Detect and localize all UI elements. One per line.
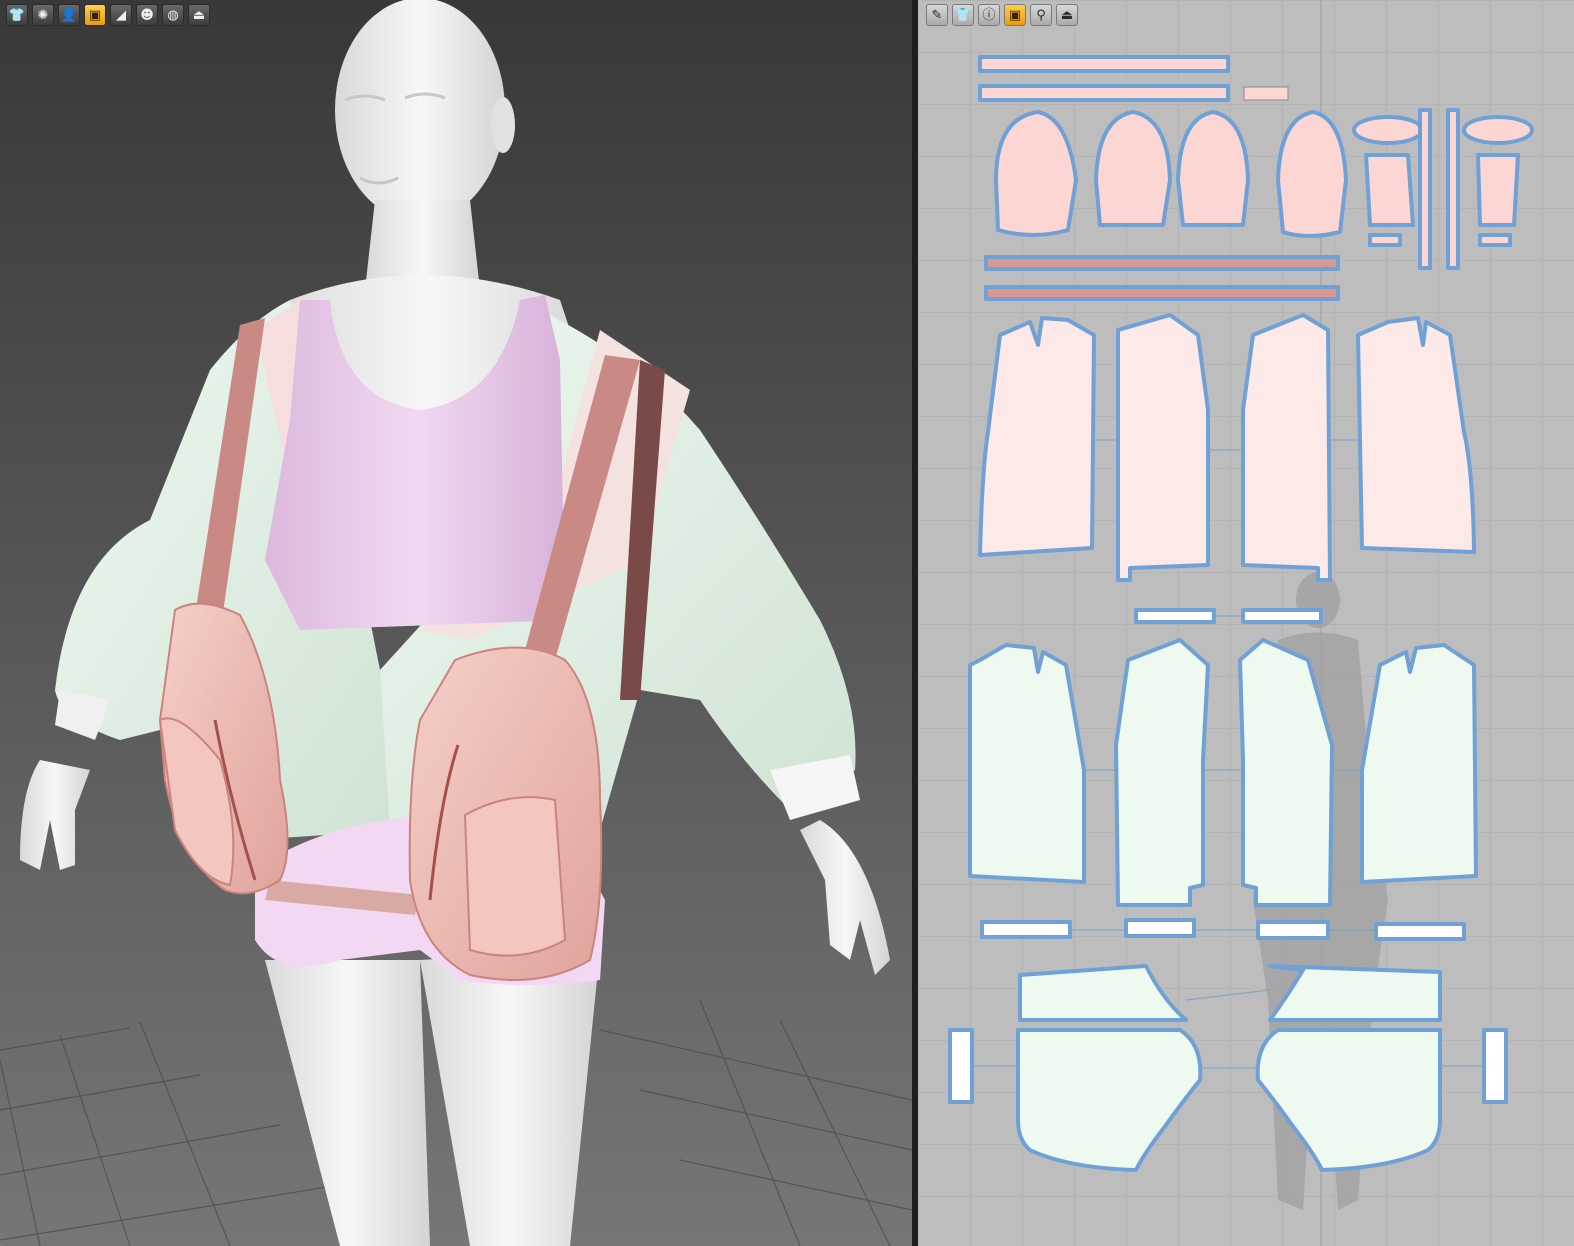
3d-viewport[interactable]: 👕 ✺ 👤 ▣ ◢ ☻ ◍ ⏏ bbox=[0, 0, 912, 1246]
pattern-piece-oval-1[interactable] bbox=[1352, 115, 1424, 145]
pattern-piece-small-strip-1[interactable] bbox=[1134, 608, 1216, 624]
pattern-piece-waistband-2[interactable] bbox=[1482, 1028, 1508, 1104]
2d-pattern-canvas[interactable] bbox=[918, 0, 1574, 1246]
pattern-piece-pouch-3[interactable] bbox=[1176, 110, 1250, 227]
pattern-piece-long-strap-1[interactable] bbox=[984, 255, 1340, 271]
pattern-piece-long-strap-2[interactable] bbox=[984, 285, 1340, 301]
fitting-icon[interactable]: ⚲ bbox=[1030, 4, 1052, 26]
pattern-piece-pouch-4[interactable] bbox=[1276, 110, 1348, 238]
pattern-piece-cuff-4[interactable] bbox=[1374, 922, 1466, 941]
texture-icon[interactable]: ▣ bbox=[84, 4, 106, 26]
garment-icon[interactable]: 👕 bbox=[6, 4, 28, 26]
pattern-piece-oval-2[interactable] bbox=[1462, 115, 1534, 145]
brush-icon[interactable]: ✎ bbox=[926, 4, 948, 26]
pattern-piece-tab[interactable] bbox=[1243, 86, 1289, 101]
pattern-piece-pouch-2[interactable] bbox=[1094, 110, 1172, 227]
pattern-piece-small-strip-2[interactable] bbox=[1241, 608, 1323, 624]
info-icon[interactable]: ⓘ bbox=[978, 4, 1000, 26]
pattern-piece-cuff-3[interactable] bbox=[1256, 920, 1330, 940]
pattern-piece-side-tab-2[interactable] bbox=[1478, 233, 1512, 247]
pattern-piece-jacket-front-left[interactable] bbox=[968, 643, 1086, 884]
pattern-piece-back-right[interactable] bbox=[1241, 313, 1332, 582]
2d-pattern-viewport[interactable]: ✎ 👕 ⓘ ▣ ⚲ ⏏ bbox=[918, 0, 1574, 1246]
pattern-piece-waistband-1[interactable] bbox=[948, 1028, 974, 1104]
garment-icon[interactable]: 👕 bbox=[952, 4, 974, 26]
thickness-icon[interactable]: ◢ bbox=[110, 4, 132, 26]
pattern-piece-long-strip-2[interactable] bbox=[1446, 108, 1460, 270]
pattern-piece-back-left[interactable] bbox=[1116, 313, 1210, 582]
pattern-piece-cuff-2[interactable] bbox=[1124, 918, 1196, 938]
pattern-piece-strap-2[interactable] bbox=[978, 84, 1230, 102]
pattern-piece-side-tab-1[interactable] bbox=[1368, 233, 1402, 247]
avatar-head bbox=[335, 0, 505, 222]
export-icon[interactable]: ⏏ bbox=[1056, 4, 1078, 26]
pattern-piece-side-1[interactable] bbox=[1364, 153, 1415, 227]
skin-icon[interactable]: ☻ bbox=[136, 4, 158, 26]
pattern-piece-side-2[interactable] bbox=[1476, 153, 1520, 227]
pattern-piece-long-strip-1[interactable] bbox=[1418, 108, 1432, 270]
3d-toolbar: 👕 ✺ 👤 ▣ ◢ ☻ ◍ ⏏ bbox=[6, 4, 210, 26]
texture-icon[interactable]: ▣ bbox=[1004, 4, 1026, 26]
pattern-piece-cuff-1[interactable] bbox=[980, 920, 1072, 939]
2d-toolbar: ✎ 👕 ⓘ ▣ ⚲ ⏏ bbox=[926, 4, 1078, 26]
simulation-icon[interactable]: ✺ bbox=[32, 4, 54, 26]
globe-icon[interactable]: ◍ bbox=[162, 4, 184, 26]
3d-scene[interactable] bbox=[0, 0, 912, 1246]
pattern-piece-jacket-front-right[interactable] bbox=[1360, 643, 1478, 884]
export-icon[interactable]: ⏏ bbox=[188, 4, 210, 26]
pattern-piece-strap-1[interactable] bbox=[978, 55, 1230, 73]
avatar-icon[interactable]: 👤 bbox=[58, 4, 80, 26]
pattern-piece-front-left[interactable] bbox=[978, 316, 1096, 557]
pattern-piece-jacket-back-left[interactable] bbox=[1114, 638, 1210, 907]
